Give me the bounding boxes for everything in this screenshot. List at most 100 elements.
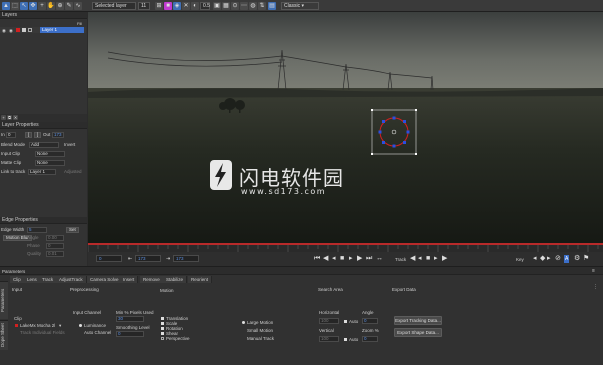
- key-extra-icon[interactable]: ⚑: [583, 255, 589, 263]
- tab-stabilize[interactable]: Stabilize: [163, 276, 188, 283]
- play-forward-icon[interactable]: ▶: [357, 255, 362, 263]
- pen-tool-icon[interactable]: ✎: [65, 2, 73, 10]
- tab-insert[interactable]: Insert: [120, 276, 139, 283]
- transform-icon[interactable]: ⊞: [155, 2, 163, 10]
- step-forward-icon[interactable]: ▸: [349, 255, 353, 263]
- overlay-icon[interactable]: ◐: [191, 2, 199, 10]
- prev-keyframe-icon[interactable]: ◂: [533, 255, 537, 263]
- loop-icon[interactable]: ↔: [376, 255, 383, 263]
- in-field[interactable]: 0: [6, 131, 16, 138]
- lock-icon[interactable]: ◉: [9, 28, 13, 33]
- mesh-icon[interactable]: ✕: [182, 2, 190, 10]
- export-tracking-data-button[interactable]: Export Tracking Data...: [394, 316, 442, 325]
- tab-reorient[interactable]: Reorient: [188, 276, 213, 283]
- input-clip-select[interactable]: None: [35, 150, 65, 157]
- go-end-icon[interactable]: ⇥: [166, 255, 170, 263]
- clip-dropdown-icon[interactable]: ▾: [59, 323, 61, 328]
- set-in-button[interactable]: [: [25, 131, 33, 138]
- delete-layer-icon[interactable]: ✕: [13, 115, 18, 120]
- edge-width-field[interactable]: 5: [27, 226, 47, 233]
- zoom-param-field[interactable]: 0: [362, 336, 378, 342]
- duplicate-layer-icon[interactable]: ⧉: [7, 115, 12, 120]
- edge-set-button[interactable]: Set: [66, 226, 79, 233]
- angle-field[interactable]: 0.00: [46, 234, 64, 241]
- out-field[interactable]: 173: [52, 131, 64, 138]
- track-step-forward-icon[interactable]: ▸: [434, 255, 438, 263]
- horizontal-auto-checkbox[interactable]: [344, 320, 347, 323]
- luminance-radio[interactable]: [79, 324, 82, 327]
- perspective-checkbox[interactable]: [161, 337, 164, 340]
- next-key-icon[interactable]: ⏭: [366, 255, 372, 263]
- tab-remove[interactable]: Remove: [140, 276, 164, 283]
- small-motion-label[interactable]: Small Motion: [247, 328, 273, 333]
- track-stop-icon[interactable]: ■: [426, 255, 430, 263]
- auto-key-icon[interactable]: A: [564, 255, 570, 263]
- smoothing-field[interactable]: 0: [116, 331, 144, 337]
- play-backward-icon[interactable]: ◀: [323, 255, 328, 263]
- tab-adjust-track[interactable]: AdjustTrack: [56, 276, 87, 283]
- pointer-tool-icon[interactable]: ↖: [20, 2, 28, 10]
- frame-end-field[interactable]: 173: [173, 255, 199, 262]
- flip-icon[interactable]: ⇅: [258, 2, 266, 10]
- tab-camera-solve[interactable]: Camera Solve: [87, 276, 123, 283]
- tab-clip[interactable]: Clip: [10, 276, 25, 283]
- stop-icon[interactable]: ■: [340, 255, 344, 263]
- panel-menu-icon[interactable]: ≡: [592, 269, 595, 274]
- set-out-button[interactable]: ]: [34, 131, 42, 138]
- panel-options-icon[interactable]: ⋮: [593, 285, 598, 290]
- add-point-tool-icon[interactable]: +: [38, 2, 46, 10]
- auto-channel-label[interactable]: Auto Channel: [84, 330, 111, 335]
- invert-label[interactable]: Invert: [64, 142, 75, 147]
- add-layer-icon[interactable]: +: [1, 115, 6, 120]
- blend-mode-select[interactable]: Add: [29, 141, 59, 148]
- delete-keyframe-icon[interactable]: ⊘: [555, 255, 561, 263]
- vertical-auto-checkbox[interactable]: [344, 338, 347, 341]
- visibility-eye-icon[interactable]: ◉: [2, 28, 6, 33]
- layer-color-swatch[interactable]: [16, 28, 20, 32]
- track-forward-icon[interactable]: ▶: [442, 255, 447, 263]
- large-motion-radio[interactable]: [242, 321, 245, 324]
- planar-surface-icon[interactable]: ▣: [213, 2, 221, 10]
- viewer-canvas[interactable]: [88, 12, 603, 243]
- next-keyframe-icon[interactable]: ▸: [547, 255, 551, 263]
- quality-field[interactable]: 0.01: [46, 250, 64, 257]
- matte-clip-select[interactable]: None: [35, 159, 65, 166]
- layer-matte-icon[interactable]: [22, 28, 26, 32]
- step-back-icon[interactable]: ◂: [332, 255, 336, 263]
- layer-checkbox[interactable]: [28, 28, 32, 32]
- side-tab-dope-sheet[interactable]: Dope Sheet: [0, 320, 8, 350]
- spline-view-icon[interactable]: ◈: [173, 2, 181, 10]
- current-frame-field[interactable]: 173: [135, 255, 161, 262]
- stabilize-view-icon[interactable]: ⊙: [231, 2, 239, 10]
- layer-name[interactable]: Layer 1: [40, 27, 84, 33]
- tab-track[interactable]: Track: [39, 276, 58, 283]
- workspace-dropdown[interactable]: Classic ▾: [281, 2, 319, 10]
- previous-key-icon[interactable]: ⏮: [314, 255, 320, 263]
- track-backward-icon[interactable]: ◀: [410, 255, 415, 263]
- translation-checkbox[interactable]: [161, 317, 164, 320]
- layer-row[interactable]: ◉ ◉ Layer 1: [0, 27, 86, 33]
- zoom-field[interactable]: 0.5: [200, 2, 210, 10]
- shear-checkbox[interactable]: [161, 332, 164, 335]
- timeline-bar[interactable]: [87, 243, 603, 252]
- track-view-icon[interactable]: ▤: [268, 2, 276, 10]
- bezier-tool-icon[interactable]: ∿: [74, 2, 82, 10]
- add-keyframe-icon[interactable]: ◆: [540, 255, 545, 263]
- select-tool-icon[interactable]: ▲: [2, 2, 10, 10]
- track-individual-fields[interactable]: Track Individual Fields: [20, 330, 65, 335]
- export-shape-data-button[interactable]: Export Shape Data...: [394, 328, 442, 337]
- zoom-tool-icon[interactable]: ⊕: [56, 2, 64, 10]
- track-step-back-icon[interactable]: ◂: [418, 255, 422, 263]
- go-start-icon[interactable]: ⇤: [128, 255, 132, 263]
- min-pixels-field[interactable]: 30: [116, 316, 144, 322]
- select-points-tool-icon[interactable]: ⬚: [11, 2, 19, 10]
- grid-icon[interactable]: ▦: [222, 2, 230, 10]
- angle-param-field[interactable]: 0: [362, 318, 378, 324]
- move-tool-icon[interactable]: ✥: [29, 2, 37, 10]
- clip-select[interactable]: LakeMx Mocha 2l: [20, 323, 55, 328]
- overlay-alpha-icon[interactable]: ◍: [249, 2, 257, 10]
- trace-icon[interactable]: ⋯: [240, 2, 248, 10]
- link-track-select[interactable]: Layer 1: [28, 168, 56, 175]
- manual-track-label[interactable]: Manual Track: [247, 336, 274, 341]
- phase-field[interactable]: 0: [46, 242, 64, 249]
